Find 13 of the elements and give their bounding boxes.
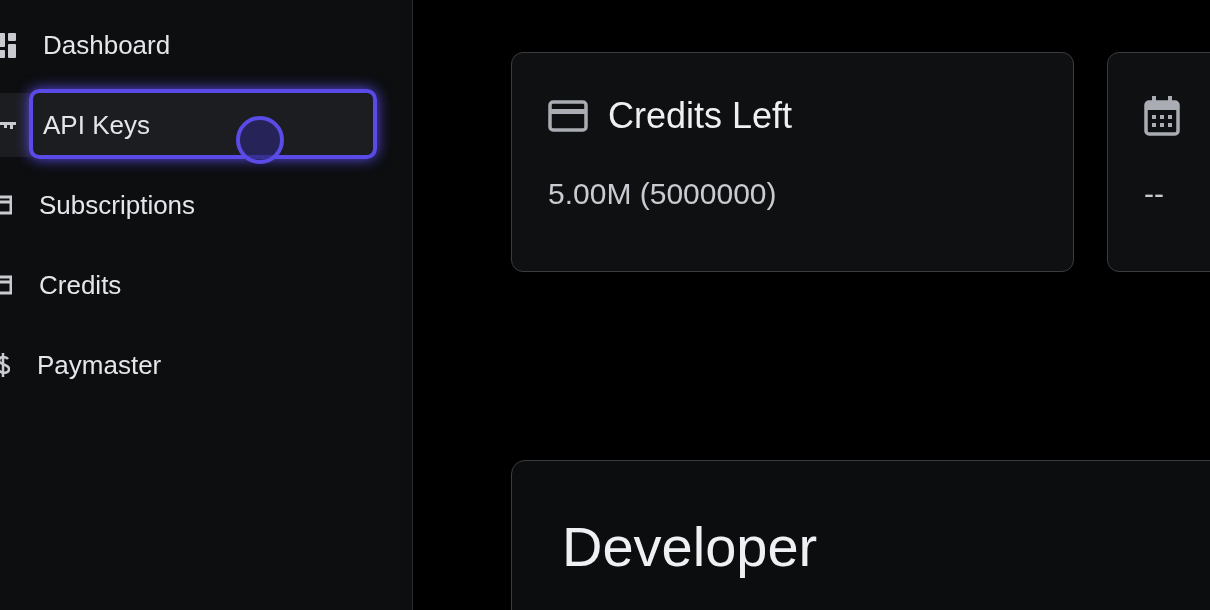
credit-card-icon [548, 100, 588, 132]
card-value: 5.00M (5000000) [548, 176, 777, 212]
nav-item[interactable]: Subscriptions [0, 173, 376, 237]
nav-item[interactable]: Credits [0, 253, 376, 317]
nav-item[interactable]: Paymaster [0, 333, 376, 397]
key-icon [0, 121, 16, 129]
dashboard-icon [0, 31, 16, 59]
card-title: Credits Left [608, 94, 793, 138]
dollar-icon [0, 350, 10, 380]
card-value: -- [1144, 176, 1164, 212]
nav-item[interactable]: Dashboard [0, 13, 376, 77]
nav-item[interactable]: API Keys [0, 93, 376, 157]
calendar-icon [1144, 96, 1180, 136]
